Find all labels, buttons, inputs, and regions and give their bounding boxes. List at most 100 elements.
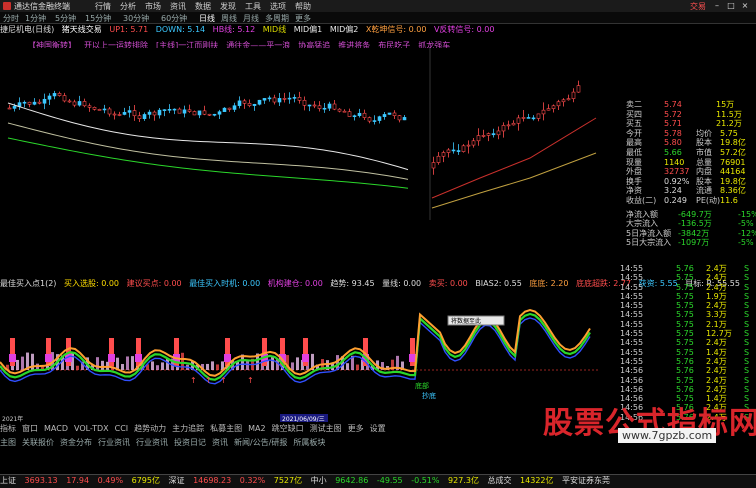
bottom-tab[interactable]: 主力追踪 [172,424,204,433]
bottom-tab[interactable]: 趋势动力 [134,424,166,433]
bottom-tab[interactable]: 私募主图 [210,424,242,433]
quote-label-2: 总量 [696,157,712,167]
tick-flag: S [744,282,750,292]
menu-item[interactable]: 帮助 [295,1,311,12]
bottom-tabs: 指标 窗口 MACD VOL-TDX CCI 趋势动力 主力追踪 私募主图 MA2 跳空缺口 测试主… [0,423,600,433]
period-tab[interactable]: 60分钟 [161,13,187,24]
period-tab[interactable]: 周线 [221,13,237,24]
candle-body [237,100,242,106]
menu-item[interactable]: 市场 [145,1,161,12]
candle-body [262,98,267,101]
period-bar: 分时 1分钟 5分钟 15分钟 30分钟 60分钟 日线 周线 月线 多周期 更多 [0,12,756,24]
bottom-tab[interactable]: MA2 [248,424,265,433]
tick-row: 14:55 5.75 2.4万 S [620,301,756,310]
bottom-tab[interactable]: 设置 [370,424,386,433]
tick-row: 14:55 5.75 1.4万 S [620,348,756,357]
bottom-tab[interactable]: 更多 [348,424,364,433]
period-tab[interactable]: 1分钟 [25,13,46,24]
main-kline-chart[interactable]: 5.505.405.305.205.105.004.904.80 [0,48,600,220]
bottom-tab-2[interactable]: 所属板块 [293,438,325,447]
bottom-tab[interactable]: 跳空缺口 [272,424,304,433]
candle-body [451,149,456,152]
sz-percent: 0.32% [239,476,266,485]
signal-marker [108,354,115,362]
zx-amount: 927.3亿 [448,476,479,485]
period-tab[interactable]: 30分钟 [123,13,149,24]
bottom-tab-2[interactable]: 资金分布 [60,438,92,447]
tick-volume: 3.3万 [706,310,727,320]
candle-body [541,109,546,115]
sz-label[interactable]: 深证 [169,476,185,485]
candle-body [102,108,107,111]
candle-body [232,105,237,110]
period-tab[interactable]: 5分钟 [55,13,76,24]
menu-item[interactable]: 行情 [95,1,111,12]
candle-body [207,113,212,116]
candle-body [57,93,62,96]
sub-indicator-name[interactable]: 最佳买入点1(2) [0,279,56,288]
period-tab[interactable]: 分时 [3,13,19,24]
bottom-tab[interactable]: VOL-TDX [74,424,109,433]
watermark-url: www.7gpzb.com [618,428,717,443]
menu-item[interactable]: 发现 [220,1,236,12]
app-title: 通达信金融终端 [14,2,70,11]
bottom-tab-2[interactable]: 行业资讯 [98,438,130,447]
candle-body [382,114,387,117]
tick-volume: 1.9万 [706,291,727,301]
candle-body [252,104,257,106]
sh-label[interactable]: 上证 [0,476,16,485]
candle-body [327,103,332,109]
menu-item[interactable]: 选项 [270,1,286,12]
signal-marker [135,354,142,362]
candle-body [267,97,272,100]
bottom-tab-2[interactable]: 行业资讯 [136,438,168,447]
total-value: 14322亿 [520,476,554,485]
period-tab[interactable]: 15分钟 [85,13,111,24]
candle-body [7,107,12,110]
chart-mode[interactable]: 捷尼机电(日线) [0,25,54,34]
histogram-bar [96,357,99,370]
bottom-tab[interactable]: MACD [44,424,68,433]
quote-label: 净资 [626,186,642,196]
zx-label[interactable]: 中小 [311,476,327,485]
bottom-tab-2[interactable]: 关联报价 [22,438,54,447]
bottom-tab[interactable]: 指标 [0,424,16,433]
bottom-tab[interactable]: 测试主图 [310,424,342,433]
indicator-name[interactable]: 猪天线交易 [62,25,102,34]
period-tab[interactable]: 日线 [199,13,215,24]
bottom-tab[interactable]: CCI [115,424,129,433]
flow-row: 5日大宗流入 -1097万 -5% [598,238,756,248]
menu-item[interactable]: 分析 [120,1,136,12]
candle-body [142,114,147,120]
menu-item[interactable]: 工具 [245,1,261,12]
quote-row: 现量 1140 总量 76901 [598,158,756,168]
menu-item[interactable]: 资讯 [170,1,186,12]
period-tab[interactable]: 更多 [295,13,311,24]
bottom-tab-2[interactable]: 主图 [0,438,16,447]
minimize-icon[interactable]: – [712,1,722,10]
quote-value-2: 44164 [720,167,746,177]
maximize-icon[interactable]: □ [726,1,736,10]
period-tab[interactable]: 多周期 [265,13,289,24]
histogram-bar [151,361,154,370]
period-tab[interactable]: 月线 [243,13,259,24]
close-icon[interactable]: × [740,1,750,10]
quote-label: 换手 [626,176,642,186]
candle-body [257,99,262,105]
quote-row: 换手 0.92% 股本 19.8亿 [598,177,756,187]
trade-button[interactable]: 交易 [690,1,706,12]
bottom-tab-2[interactable]: 投资日记 [174,438,206,447]
quote-row: 买四 5.72 11.5万 [598,110,756,120]
tick-volume: 2.4万 [706,282,727,292]
bottom-tab-2[interactable]: 新闻/公告/研报 [234,438,287,447]
candle-body [87,105,92,108]
candle-body [27,101,32,105]
bottom-tab-2[interactable]: 资讯 [212,438,228,447]
quote-row: 买五 5.71 21.2万 [598,119,756,129]
menu-item[interactable]: 数据 [195,1,211,12]
up1-value: UP1: 5.71 [109,25,149,34]
sub-indicator-chart[interactable]: 6.145.004.003.002.001.000.00-1.00↑↑↑↑底部抄… [0,290,600,422]
flow-label: 5日大宗流入 [626,238,672,248]
bias2-value: BIAS2: 0.55 [475,279,522,288]
bottom-tab[interactable]: 窗口 [22,424,38,433]
